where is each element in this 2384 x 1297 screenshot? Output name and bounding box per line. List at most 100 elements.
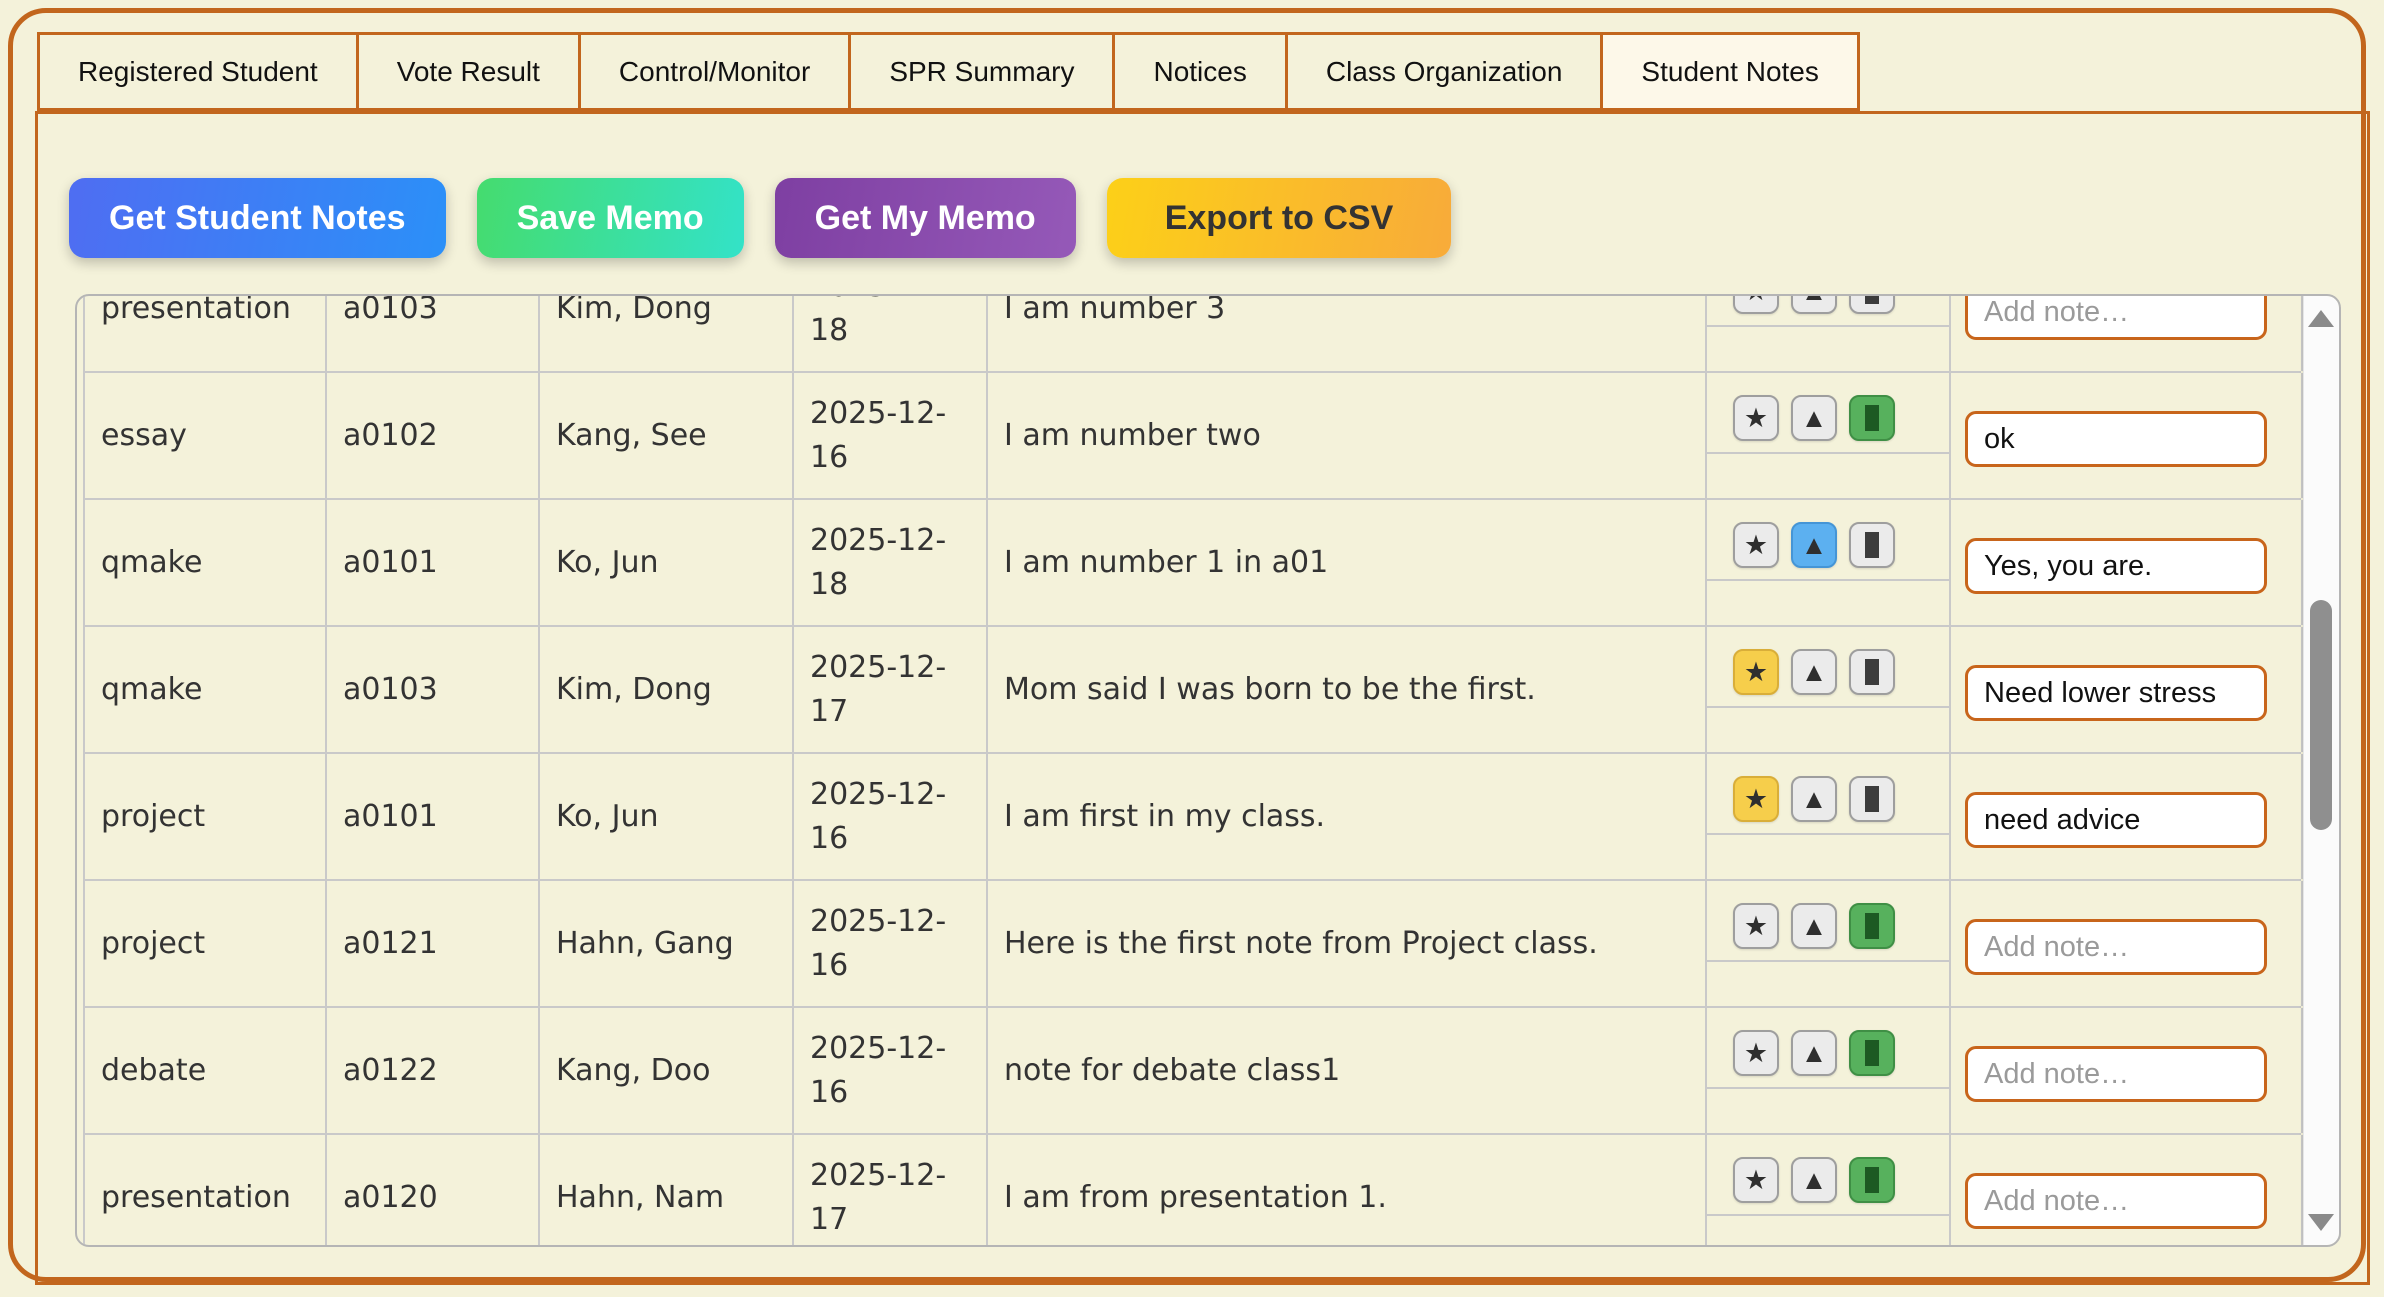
memo-input[interactable] [1965, 411, 2267, 467]
tab-bar: Registered StudentVote ResultControl/Mon… [37, 32, 1860, 111]
tab-control-monitor[interactable]: Control/Monitor [578, 32, 851, 111]
app-window-frame: Registered StudentVote ResultControl/Mon… [8, 8, 2366, 1282]
star-flag-button[interactable]: ★ [1733, 1030, 1779, 1076]
flag-cell-divider [1707, 833, 1949, 835]
memo-input[interactable] [1965, 294, 2267, 340]
level-flag-button[interactable] [1849, 776, 1895, 822]
cell-date: 2025-12-18 [794, 294, 988, 371]
save-memo-button[interactable]: Save Memo [477, 178, 744, 258]
cell-student-name: Kim, Dong [540, 627, 794, 752]
export-to-csv-button[interactable]: Export to CSV [1107, 178, 1452, 258]
table-row: project a0101 Ko, Jun 2025-12-16 I am fi… [83, 754, 2301, 881]
cell-date: 2025-12-17 [794, 1135, 988, 1247]
cell-note-text: I am number two [988, 373, 1707, 498]
level-flag-button[interactable] [1849, 1030, 1895, 1076]
scrollbar-thumb[interactable] [2310, 600, 2332, 830]
star-flag-button[interactable]: ★ [1733, 649, 1779, 695]
memo-input[interactable] [1965, 665, 2267, 721]
cell-flags: ★ ▲ [1707, 881, 1951, 1006]
up-flag-button[interactable]: ▲ [1791, 294, 1837, 314]
cell-class-name: essay [85, 373, 327, 498]
cell-class-name: project [85, 881, 327, 1006]
get-my-memo-button[interactable]: Get My Memo [775, 178, 1076, 258]
cell-date: 2025-12-16 [794, 881, 988, 1006]
flag-button-group: ★ ▲ [1707, 1135, 1949, 1203]
scroll-up-arrow-icon[interactable] [2308, 310, 2334, 327]
tab-class-organization[interactable]: Class Organization [1285, 32, 1604, 111]
cell-class-name: project [85, 754, 327, 879]
level-flag-button[interactable] [1849, 395, 1895, 441]
table-row: presentation a0120 Hahn, Nam 2025-12-17 … [83, 1135, 2301, 1247]
toolbar: Get Student Notes Save Memo Get My Memo … [69, 178, 1451, 258]
star-icon: ★ [1744, 911, 1768, 942]
up-flag-button[interactable]: ▲ [1791, 649, 1837, 695]
get-student-notes-button[interactable]: Get Student Notes [69, 178, 446, 258]
star-icon: ★ [1744, 403, 1768, 434]
cell-class-name: presentation [85, 294, 327, 371]
level-flag-button[interactable] [1849, 1157, 1895, 1203]
cell-memo [1951, 627, 2303, 752]
scroll-down-arrow-icon[interactable] [2308, 1214, 2334, 1231]
memo-input[interactable] [1965, 538, 2267, 594]
level-flag-button[interactable] [1849, 649, 1895, 695]
star-flag-button[interactable]: ★ [1733, 395, 1779, 441]
star-flag-button[interactable]: ★ [1733, 294, 1779, 314]
bar-icon [1865, 659, 1879, 685]
memo-input[interactable] [1965, 792, 2267, 848]
cell-student-name: Hahn, Gang [540, 881, 794, 1006]
flag-button-group: ★ ▲ [1707, 1008, 1949, 1076]
cell-student-name: Kang, See [540, 373, 794, 498]
bar-icon [1865, 786, 1879, 812]
cell-flags: ★ ▲ [1707, 500, 1951, 625]
up-flag-button[interactable]: ▲ [1791, 522, 1837, 568]
bar-icon [1865, 532, 1879, 558]
star-icon: ★ [1744, 530, 1768, 561]
star-icon: ★ [1744, 657, 1768, 688]
up-flag-button[interactable]: ▲ [1791, 903, 1837, 949]
tab-vote-result[interactable]: Vote Result [356, 32, 581, 111]
table-row: qmake a0103 Kim, Dong 2025-12-17 Mom sai… [83, 627, 2301, 754]
cell-student-name: Ko, Jun [540, 754, 794, 879]
cell-date: 2025-12-16 [794, 373, 988, 498]
flag-button-group: ★ ▲ [1707, 627, 1949, 695]
tab-notices[interactable]: Notices [1112, 32, 1287, 111]
memo-input[interactable] [1965, 1173, 2267, 1229]
triangle-up-icon: ▲ [1801, 657, 1828, 688]
cell-student-id: a0101 [327, 500, 540, 625]
cell-flags: ★ ▲ [1707, 627, 1951, 752]
flag-cell-divider [1707, 325, 1949, 327]
tab-registered-student[interactable]: Registered Student [37, 32, 359, 111]
cell-flags: ★ ▲ [1707, 1135, 1951, 1247]
tab-student-notes[interactable]: Student Notes [1600, 32, 1859, 111]
level-flag-button[interactable] [1849, 903, 1895, 949]
star-flag-button[interactable]: ★ [1733, 903, 1779, 949]
cell-student-id: a0103 [327, 627, 540, 752]
up-flag-button[interactable]: ▲ [1791, 776, 1837, 822]
level-flag-button[interactable] [1849, 522, 1895, 568]
cell-flags: ★ ▲ [1707, 1008, 1951, 1133]
memo-input[interactable] [1965, 919, 2267, 975]
level-flag-button[interactable] [1849, 294, 1895, 314]
table-row: project a0121 Hahn, Gang 2025-12-16 Here… [83, 881, 2301, 1008]
cell-student-id: a0103 [327, 294, 540, 371]
table-row: essay a0102 Kang, See 2025-12-16 I am nu… [83, 373, 2301, 500]
up-flag-button[interactable]: ▲ [1791, 1030, 1837, 1076]
up-flag-button[interactable]: ▲ [1791, 395, 1837, 441]
vertical-scrollbar[interactable] [2303, 296, 2339, 1245]
star-flag-button[interactable]: ★ [1733, 1157, 1779, 1203]
memo-input[interactable] [1965, 1046, 2267, 1102]
cell-student-name: Kang, Doo [540, 1008, 794, 1133]
cell-note-text: note for debate class1 [988, 1008, 1707, 1133]
tab-spr-summary[interactable]: SPR Summary [848, 32, 1115, 111]
cell-note-text: Here is the first note from Project clas… [988, 881, 1707, 1006]
cell-memo [1951, 373, 2303, 498]
cell-memo [1951, 754, 2303, 879]
cell-date: 2025-12-18 [794, 500, 988, 625]
star-flag-button[interactable]: ★ [1733, 776, 1779, 822]
bar-icon [1865, 1040, 1879, 1066]
triangle-up-icon: ▲ [1801, 530, 1828, 561]
cell-class-name: presentation [85, 1135, 327, 1247]
cell-student-name: Kim, Dong [540, 294, 794, 371]
star-flag-button[interactable]: ★ [1733, 522, 1779, 568]
up-flag-button[interactable]: ▲ [1791, 1157, 1837, 1203]
